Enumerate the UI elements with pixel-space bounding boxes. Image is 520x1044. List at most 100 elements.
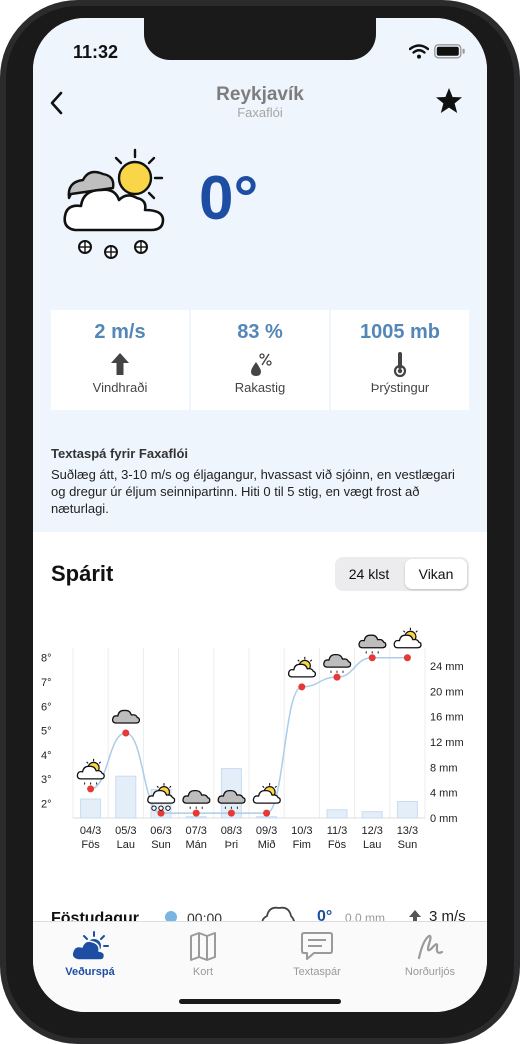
map-icon xyxy=(190,932,216,961)
precipitation-bar xyxy=(361,811,383,819)
volume-down-button xyxy=(1,300,5,364)
x-date-label: 09/3 xyxy=(256,825,277,837)
pressure-label: Þrýstingur xyxy=(370,380,430,395)
chat-icon xyxy=(301,932,333,960)
x-date-label: 05/3 xyxy=(115,825,136,837)
x-date-label: 08/3 xyxy=(221,825,242,837)
y-left-tick-label: 6° xyxy=(41,701,52,713)
pressure-value: 1005 mb xyxy=(359,321,441,343)
status-time: 11:32 xyxy=(73,42,119,62)
x-day-label: Fim xyxy=(293,839,311,851)
precipitation-bar xyxy=(80,798,102,819)
tab-label: Kort xyxy=(192,966,214,978)
y-right-tick-label: 12 mm xyxy=(430,737,464,749)
x-day-label: Fös xyxy=(81,839,100,851)
x-date-label: 07/3 xyxy=(185,825,206,837)
cloud-rain-icon xyxy=(323,653,352,674)
notch xyxy=(144,18,376,60)
aurora-icon xyxy=(417,934,444,960)
toggle-24h[interactable]: 24 klst xyxy=(335,557,403,591)
temperature-point xyxy=(403,654,411,662)
precipitation-bar xyxy=(185,816,207,819)
x-date-label: 13/3 xyxy=(397,825,418,837)
tab-label: Norðurljós xyxy=(404,966,456,978)
region-subtitle: Faxaflói xyxy=(237,105,283,120)
text-forecast: Textaspá fyrir Faxaflói Suðlæg átt, 3-10… xyxy=(51,446,471,517)
home-indicator xyxy=(179,999,341,1004)
y-left-tick-label: 7° xyxy=(41,677,52,689)
sun-cloud-icon xyxy=(252,783,281,804)
humidity-value: 83 % xyxy=(237,321,283,343)
precipitation-bar xyxy=(256,816,278,819)
power-button xyxy=(515,238,519,334)
y-left-tick-label: 3° xyxy=(41,774,52,786)
y-left-tick-label: 8° xyxy=(41,653,52,665)
volume-up-button xyxy=(1,215,5,279)
x-day-label: Sun xyxy=(151,839,171,851)
toggle-week[interactable]: Vikan xyxy=(405,559,467,589)
y-right-tick-label: 4 mm xyxy=(430,788,458,800)
forecast-chart: 8° 7° 6° 5° 4° 3° 2° 24 mm 20 mm 16 mm 12 mm 8 mm 4 … xyxy=(41,627,464,851)
navigation-bar: Reykjavík Faxaflói xyxy=(33,78,487,128)
x-day-label: Mán xyxy=(185,839,206,851)
tab-vedurspa[interactable]: Veðurspá xyxy=(40,930,140,990)
x-date-label: 06/3 xyxy=(150,825,171,837)
humidity-icon xyxy=(251,353,272,376)
wifi-icon xyxy=(409,44,429,59)
sun-cloud-icon xyxy=(393,627,422,649)
tab-label: Veðurspá xyxy=(65,966,115,978)
precipitation-bar xyxy=(326,809,348,819)
battery-icon xyxy=(434,44,465,59)
precipitation-bar xyxy=(396,801,418,819)
temperature-point xyxy=(368,654,376,662)
y-right-tick-label: 8 mm xyxy=(430,762,458,774)
x-date-label: 11/3 xyxy=(327,825,348,837)
x-date-label: 10/3 xyxy=(291,825,312,837)
favorite-star-icon[interactable] xyxy=(434,86,464,116)
tab-textaspar[interactable]: Textaspár xyxy=(267,930,367,990)
x-date-label: 12/3 xyxy=(361,825,382,837)
screen: 11:32 Reykjavík Faxaflói 0° 2 m/s Vindhr… xyxy=(33,18,487,1012)
temperature-point xyxy=(298,683,306,691)
temperature-point xyxy=(122,729,130,737)
current-stats: 2 m/s Vindhraði 83 % Rakastig 1005 mb Þr… xyxy=(51,310,469,410)
temperature-point xyxy=(87,785,95,793)
cloud-rain-icon xyxy=(182,789,211,810)
sun-cloud-icon xyxy=(287,656,317,678)
y-right-tick-label: 24 mm xyxy=(430,661,464,673)
precipitation-bar xyxy=(115,775,137,819)
temperature-point xyxy=(192,809,200,817)
sun-cloud-snow-icon xyxy=(63,148,165,259)
x-day-label: Fös xyxy=(328,839,347,851)
y-left-tick-label: 4° xyxy=(41,750,52,762)
forecast-chart-title: Spárit xyxy=(51,561,114,586)
arrow-up-icon xyxy=(111,353,129,375)
temperature-point xyxy=(263,809,271,817)
wind-speed-card: 2 m/s Vindhraði xyxy=(51,310,189,410)
y-right-tick-label: 16 mm xyxy=(430,712,464,724)
humidity-card: 83 % Rakastig xyxy=(191,310,329,410)
x-day-label: Mið xyxy=(258,839,276,851)
tab-kort[interactable]: Kort xyxy=(153,930,253,990)
tab-label: Textaspár xyxy=(293,966,341,978)
text-forecast-title: Textaspá fyrir Faxaflói xyxy=(51,446,189,461)
tab-nordurljos[interactable]: Norðurljós xyxy=(380,930,480,990)
range-toggle: 24 klst Vikan xyxy=(335,557,469,591)
thermometer-icon xyxy=(393,352,407,378)
humidity-label: Rakastig xyxy=(234,380,286,395)
mute-switch xyxy=(1,148,5,182)
y-right-tick-label: 0 mm xyxy=(430,813,458,825)
x-day-label: Lau xyxy=(363,839,381,851)
x-day-label: Sun xyxy=(398,839,418,851)
x-date-label: 04/3 xyxy=(80,825,101,837)
cloud-icon xyxy=(111,709,141,724)
x-day-label: Þri xyxy=(225,839,238,851)
pressure-card: 1005 mb Þrýstingur xyxy=(331,310,469,410)
weather-icon xyxy=(71,931,109,961)
current-temperature: 0° xyxy=(199,164,259,233)
y-left-tick-label: 2° xyxy=(41,798,52,810)
temperature-point xyxy=(227,809,235,817)
y-right-tick-label: 20 mm xyxy=(430,686,464,698)
wind-speed-label: Vindhraði xyxy=(92,380,148,395)
x-day-label: Lau xyxy=(117,839,135,851)
